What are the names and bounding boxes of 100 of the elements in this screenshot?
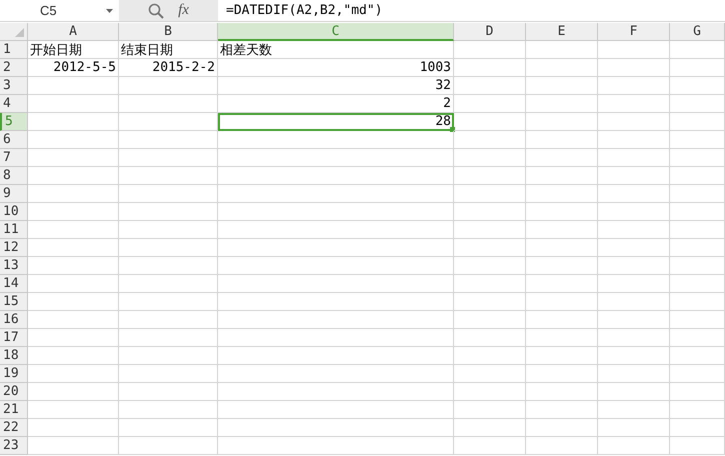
empty-cell[interactable] bbox=[119, 347, 218, 365]
column-header[interactable]: A bbox=[28, 23, 119, 41]
empty-cell[interactable] bbox=[454, 347, 526, 365]
empty-cell[interactable] bbox=[670, 221, 725, 239]
empty-cell[interactable] bbox=[670, 383, 725, 401]
empty-cell[interactable] bbox=[526, 113, 598, 131]
empty-cell[interactable] bbox=[454, 383, 526, 401]
empty-cell[interactable] bbox=[526, 167, 598, 185]
empty-cell[interactable] bbox=[119, 221, 218, 239]
empty-cell[interactable] bbox=[454, 77, 526, 95]
empty-cell[interactable] bbox=[526, 347, 598, 365]
empty-cell[interactable] bbox=[526, 401, 598, 419]
column-header[interactable]: G bbox=[670, 23, 725, 41]
empty-cell[interactable] bbox=[454, 95, 526, 113]
empty-cell[interactable] bbox=[119, 167, 218, 185]
row-header[interactable]: 18 bbox=[0, 347, 28, 365]
empty-cell[interactable] bbox=[454, 293, 526, 311]
row-header[interactable]: 20 bbox=[0, 383, 28, 401]
empty-cell[interactable] bbox=[526, 311, 598, 329]
empty-cell[interactable] bbox=[670, 185, 725, 203]
empty-cell[interactable] bbox=[526, 77, 598, 95]
empty-cell[interactable] bbox=[598, 419, 670, 437]
empty-cell[interactable] bbox=[526, 95, 598, 113]
table-cell[interactable]: 28 bbox=[218, 113, 454, 131]
empty-cell[interactable] bbox=[670, 203, 725, 221]
empty-cell[interactable] bbox=[119, 293, 218, 311]
row-header[interactable]: 14 bbox=[0, 275, 28, 293]
empty-cell[interactable] bbox=[598, 221, 670, 239]
empty-cell[interactable] bbox=[119, 131, 218, 149]
empty-cell[interactable] bbox=[526, 221, 598, 239]
empty-cell[interactable] bbox=[670, 239, 725, 257]
empty-cell[interactable] bbox=[598, 113, 670, 131]
empty-cell[interactable] bbox=[670, 167, 725, 185]
empty-cell[interactable] bbox=[218, 257, 454, 275]
empty-cell[interactable] bbox=[598, 131, 670, 149]
empty-cell[interactable] bbox=[670, 437, 725, 455]
empty-cell[interactable] bbox=[598, 95, 670, 113]
table-cell[interactable]: 2 bbox=[218, 95, 454, 113]
table-cell[interactable]: 2015-2-2 bbox=[119, 59, 218, 77]
empty-cell[interactable] bbox=[119, 149, 218, 167]
empty-cell[interactable] bbox=[598, 275, 670, 293]
table-cell[interactable]: 结束日期 bbox=[119, 41, 218, 59]
row-header[interactable]: 16 bbox=[0, 311, 28, 329]
empty-cell[interactable] bbox=[598, 365, 670, 383]
empty-cell[interactable] bbox=[119, 419, 218, 437]
empty-cell[interactable] bbox=[670, 257, 725, 275]
empty-cell[interactable] bbox=[670, 95, 725, 113]
empty-cell[interactable] bbox=[670, 329, 725, 347]
table-cell[interactable]: 相差天数 bbox=[218, 41, 454, 59]
function-button[interactable]: fx bbox=[178, 2, 189, 19]
row-header[interactable]: 9 bbox=[0, 185, 28, 203]
empty-cell[interactable] bbox=[454, 257, 526, 275]
empty-cell[interactable] bbox=[670, 149, 725, 167]
empty-cell[interactable] bbox=[218, 221, 454, 239]
empty-cell[interactable] bbox=[119, 365, 218, 383]
empty-cell[interactable] bbox=[670, 77, 725, 95]
empty-cell[interactable] bbox=[119, 203, 218, 221]
select-all-corner[interactable] bbox=[0, 23, 28, 41]
empty-cell[interactable] bbox=[218, 167, 454, 185]
empty-cell[interactable] bbox=[598, 77, 670, 95]
empty-cell[interactable] bbox=[218, 311, 454, 329]
empty-cell[interactable] bbox=[598, 41, 670, 59]
empty-cell[interactable] bbox=[218, 293, 454, 311]
empty-cell[interactable] bbox=[670, 401, 725, 419]
empty-cell[interactable] bbox=[526, 59, 598, 77]
empty-cell[interactable] bbox=[526, 257, 598, 275]
empty-cell[interactable] bbox=[670, 419, 725, 437]
empty-cell[interactable] bbox=[526, 293, 598, 311]
empty-cell[interactable] bbox=[218, 131, 454, 149]
empty-cell[interactable] bbox=[670, 347, 725, 365]
row-header[interactable]: 22 bbox=[0, 419, 28, 437]
empty-cell[interactable] bbox=[598, 149, 670, 167]
empty-cell[interactable] bbox=[598, 239, 670, 257]
row-header[interactable]: 8 bbox=[0, 167, 28, 185]
empty-cell[interactable] bbox=[454, 41, 526, 59]
empty-cell[interactable] bbox=[526, 275, 598, 293]
empty-cell[interactable] bbox=[670, 113, 725, 131]
empty-cell[interactable] bbox=[598, 329, 670, 347]
row-header[interactable]: 6 bbox=[0, 131, 28, 149]
empty-cell[interactable] bbox=[119, 185, 218, 203]
empty-cell[interactable] bbox=[454, 239, 526, 257]
empty-cell[interactable] bbox=[526, 149, 598, 167]
empty-cell[interactable] bbox=[119, 275, 218, 293]
row-header[interactable]: 21 bbox=[0, 401, 28, 419]
empty-cell[interactable] bbox=[598, 59, 670, 77]
empty-cell[interactable] bbox=[598, 401, 670, 419]
empty-cell[interactable] bbox=[454, 203, 526, 221]
table-cell[interactable]: 1003 bbox=[218, 59, 454, 77]
empty-cell[interactable] bbox=[119, 311, 218, 329]
empty-cell[interactable] bbox=[454, 329, 526, 347]
empty-cell[interactable] bbox=[119, 239, 218, 257]
empty-cell[interactable] bbox=[526, 437, 598, 455]
row-header[interactable]: 10 bbox=[0, 203, 28, 221]
empty-cell[interactable] bbox=[218, 437, 454, 455]
table-cell[interactable]: 开始日期 bbox=[28, 41, 119, 59]
empty-cell[interactable] bbox=[598, 383, 670, 401]
empty-cell[interactable] bbox=[454, 185, 526, 203]
column-header[interactable]: D bbox=[454, 23, 526, 41]
empty-cell[interactable] bbox=[119, 329, 218, 347]
empty-cell[interactable] bbox=[218, 185, 454, 203]
